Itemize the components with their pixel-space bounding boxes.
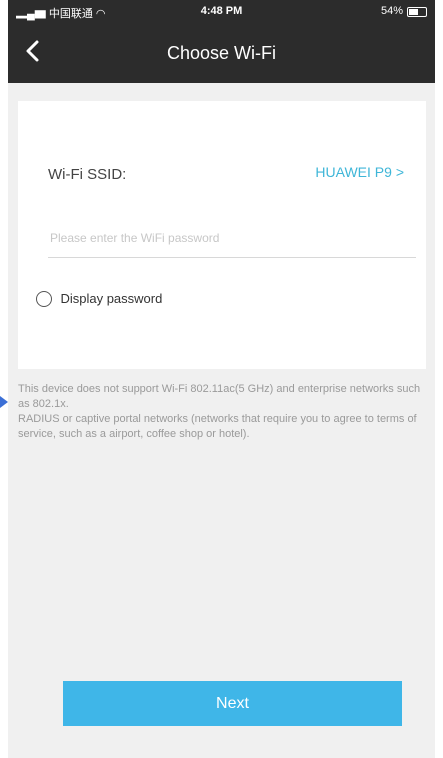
battery-percent: 54%	[380, 5, 403, 17]
display-password-toggle[interactable]: Display password	[36, 290, 162, 308]
status-time: 4:48 PM	[200, 5, 243, 17]
arrow-right-icon	[0, 396, 8, 408]
top-bar: ▂▄▆ 中国联通 ◠ 4:48 PM 54% Choose Wi-Fi	[8, 0, 435, 83]
ssid-label: Wi-Fi SSID:	[48, 166, 127, 183]
wifi-form-card: Wi-Fi SSID: HUAWEI P9 > Display password	[18, 101, 426, 369]
notice-line-1: This device does not support Wi-Fi 802.1…	[18, 383, 421, 410]
network-notice: This device does not support Wi-Fi 802.1…	[18, 382, 430, 442]
password-input[interactable]	[48, 219, 416, 258]
radio-icon	[36, 290, 52, 307]
battery-icon	[407, 7, 427, 17]
phone-screen: ▂▄▆ 中国联通 ◠ 4:48 PM 54% Choose Wi-Fi Wi-F…	[8, 0, 435, 758]
ssid-selector[interactable]: HUAWEI P9 >	[315, 164, 404, 180]
ssid-value: HUAWEI P9	[315, 164, 392, 180]
display-password-label: Display password	[60, 291, 163, 307]
chevron-right-icon: >	[395, 164, 404, 180]
page-title: Choose Wi-Fi	[166, 43, 277, 63]
notice-line-2: RADIUS or captive portal networks (netwo…	[18, 413, 417, 440]
next-button[interactable]: Next	[63, 681, 402, 726]
status-bar: ▂▄▆ 中国联通 ◠ 4:48 PM 54%	[8, 0, 435, 24]
